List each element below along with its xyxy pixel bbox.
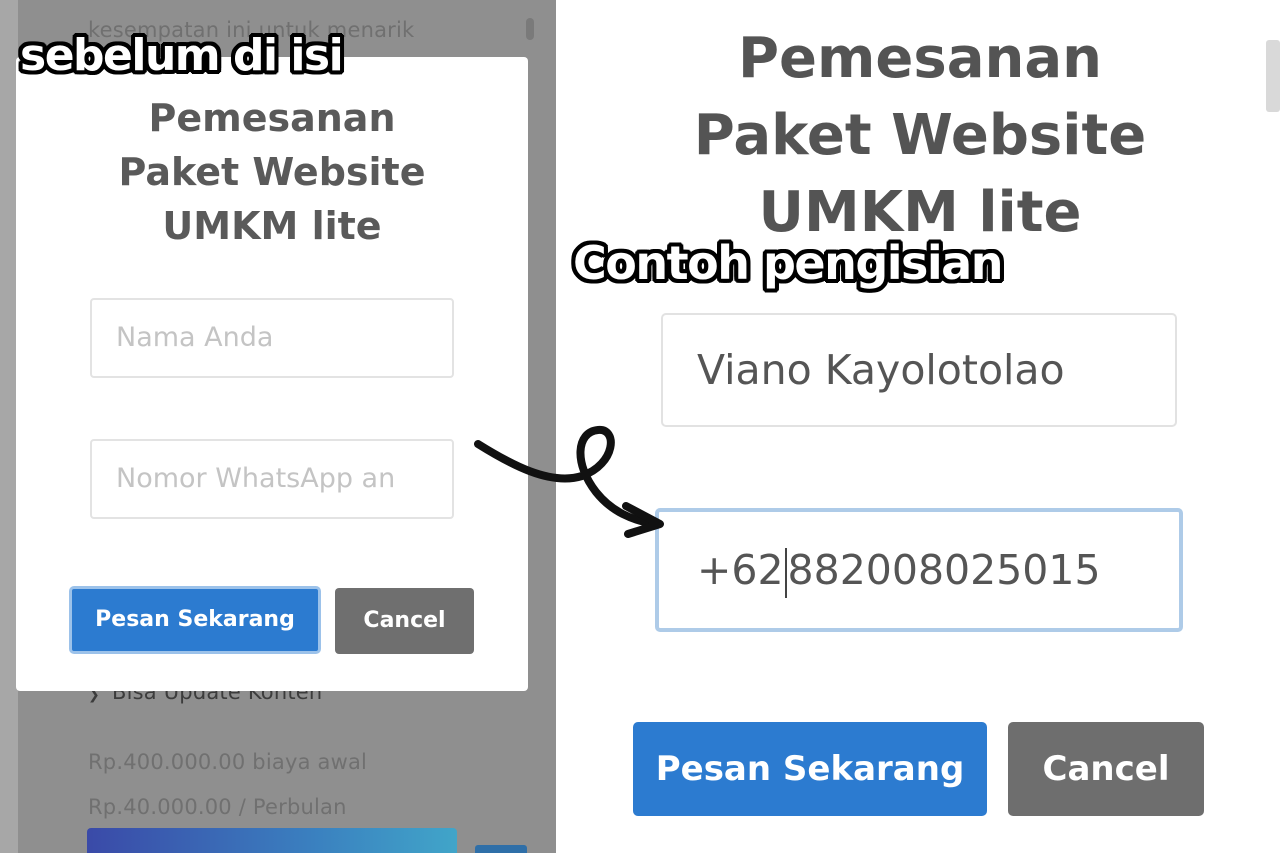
cancel-button[interactable]: Cancel: [335, 588, 474, 654]
whatsapp-value-prefix: +62: [697, 546, 784, 594]
example-title-line: Pemesanan: [738, 26, 1102, 91]
example-modal-title: Pemesanan Paket Website UMKM lite: [620, 20, 1220, 251]
modal-title-line: Pemesanan: [148, 96, 396, 140]
curved-arrow-icon: [474, 426, 664, 538]
text-caret: [784, 548, 787, 598]
name-input[interactable]: Nama Anda: [90, 298, 454, 378]
modal-title-line: UMKM lite: [162, 204, 382, 248]
caption-before: sebelum di isi: [20, 30, 344, 81]
modal-title-line: Paket Website: [118, 150, 426, 194]
background-order-button[interactable]: [87, 828, 457, 853]
order-modal: Pemesanan Paket Website UMKM lite Nama A…: [16, 57, 528, 691]
scrollbar[interactable]: [526, 18, 534, 40]
example-name-input[interactable]: Viano Kayolotolao: [661, 313, 1177, 427]
example-order-now-button[interactable]: Pesan Sekarang: [633, 722, 987, 816]
example-title-line: Paket Website: [693, 103, 1147, 168]
whatsapp-value-rest: 882008025015: [787, 546, 1101, 594]
example-cancel-button[interactable]: Cancel: [1008, 722, 1204, 816]
background-secondary-button[interactable]: [475, 845, 527, 853]
caption-example: Contoh pengisian: [573, 236, 1003, 290]
price-initial: Rp.400.000.00 biaya awal: [88, 750, 368, 774]
whatsapp-input[interactable]: Nomor WhatsApp an: [90, 439, 454, 519]
modal-title: Pemesanan Paket Website UMKM lite: [16, 91, 528, 253]
example-scrollbar[interactable]: [1266, 40, 1280, 112]
example-whatsapp-input[interactable]: +62882008025015: [655, 508, 1183, 632]
price-monthly: Rp.40.000.00 / Perbulan: [88, 795, 347, 819]
order-now-button[interactable]: Pesan Sekarang: [69, 586, 321, 654]
